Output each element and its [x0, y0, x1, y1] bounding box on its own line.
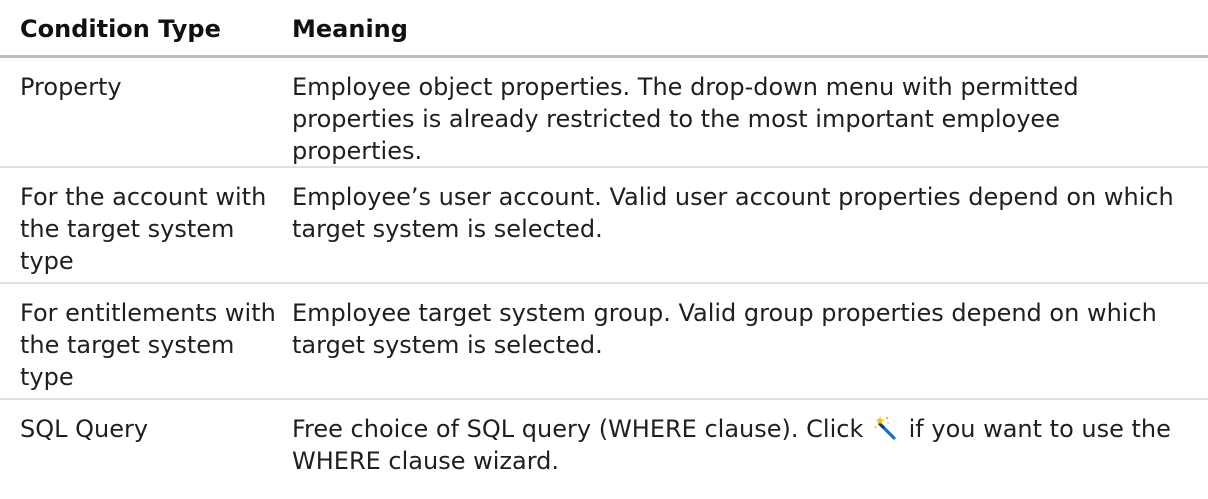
meaning-cell: Employee target system group. Valid grou…: [292, 299, 1157, 359]
column-header-meaning: Meaning: [292, 15, 408, 43]
condition-type-cell: For entitlements with the target system …: [20, 299, 276, 391]
meaning-text-before-icon: Free choice of SQL query (WHERE clause).…: [292, 415, 864, 443]
table-row: Property Employee object properties. The…: [0, 58, 1208, 168]
table-row: For entitlements with the target system …: [0, 284, 1208, 400]
table-row: For the account with the target system t…: [0, 168, 1208, 284]
condition-type-cell: Property: [20, 73, 122, 101]
meaning-cell: Free choice of SQL query (WHERE clause).…: [292, 400, 1208, 499]
condition-type-cell: SQL Query: [20, 415, 149, 443]
condition-types-table: Condition Type Meaning Property Employee…: [0, 0, 1208, 499]
meaning-cell: Employee object properties. The drop-dow…: [292, 73, 1079, 165]
magic-wand-icon: [873, 415, 899, 441]
table-header: Condition Type Meaning: [0, 0, 1208, 58]
table-row: SQL Query Free choice of SQL query (WHER…: [0, 400, 1208, 499]
condition-type-cell: For the account with the target system t…: [20, 183, 267, 275]
meaning-cell: Employee’s user account. Valid user acco…: [292, 183, 1174, 243]
column-header-condition-type: Condition Type: [20, 15, 221, 43]
